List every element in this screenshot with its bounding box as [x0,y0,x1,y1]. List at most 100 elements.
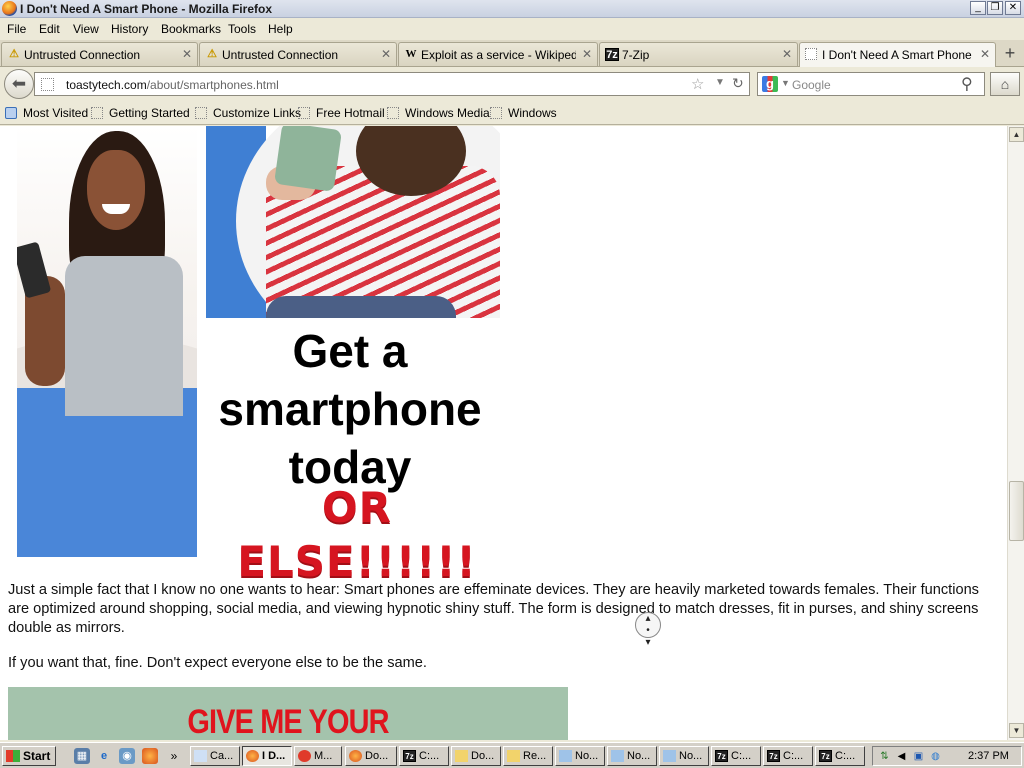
tab-label: Exploit as a service - Wikipedia [421,48,576,62]
task-c-7zip-2[interactable]: 7z C:... [711,746,761,766]
vertical-scrollbar[interactable]: ▲ ▼ [1007,126,1024,740]
internet-explorer-icon[interactable]: e [96,748,112,764]
maximize-button[interactable]: ❐ [987,1,1003,15]
menu-bar: File Edit View History Bookmarks Tools H… [0,18,1024,39]
tab-untrusted-1[interactable]: ⚠ Untrusted Connection ✕ [1,42,198,66]
page-icon [298,107,310,119]
search-bar[interactable]: g ▼ Google ⚲ [757,72,985,96]
warning-icon: ⚠ [9,48,19,60]
display-icon[interactable]: ▣ [912,750,925,763]
task-label: C:... [731,750,752,762]
menu-tools[interactable]: Tools [228,22,256,36]
google-icon[interactable]: g [762,76,778,92]
bookmark-free-hotmail[interactable]: Free Hotmail [298,106,385,120]
scroll-thumb[interactable] [1009,481,1024,541]
task-label: I D... [262,750,286,762]
network-icon[interactable]: ⇅ [878,750,891,763]
close-tab-icon[interactable]: ✕ [980,47,990,61]
task-m[interactable]: M... [294,746,342,766]
scroll-up-arrow[interactable]: ▲ [1009,127,1024,142]
bookmark-label: Getting Started [109,106,190,120]
folder-icon [455,750,468,762]
window-title: I Don't Need A Smart Phone - Mozilla Fir… [20,2,272,16]
menu-file[interactable]: File [7,22,26,36]
close-tab-icon[interactable]: ✕ [582,47,592,61]
menu-edit[interactable]: Edit [39,22,60,36]
search-icon[interactable]: ⚲ [961,74,973,94]
task-c-7zip-3[interactable]: 7z C:... [763,746,813,766]
bookmark-getting-started[interactable]: Getting Started [91,106,190,120]
task-ca[interactable]: Ca... [190,746,240,766]
firefox-quicklaunch-icon[interactable] [142,748,158,764]
tab-label: Untrusted Connection [24,48,141,62]
task-re-folder[interactable]: Re... [503,746,553,766]
task-c-7zip-1[interactable]: 7z C:... [399,746,449,766]
task-label: M... [314,750,333,762]
quicklaunch-overflow-icon[interactable]: » [166,748,182,764]
start-button[interactable]: Start [2,746,56,766]
task-c-7zip-4[interactable]: 7z C:... [815,746,865,766]
close-tab-icon[interactable]: ✕ [182,47,192,61]
menu-help[interactable]: Help [268,22,293,36]
navigation-bar: ⬅ toastytech.com/about/smartphones.html … [0,67,1024,102]
close-button[interactable]: ✕ [1005,1,1021,15]
scroll-down-arrow[interactable]: ▼ [1009,723,1024,738]
task-label: C:... [835,750,856,762]
reload-icon[interactable]: ↻ [732,75,744,92]
show-desktop-icon[interactable]: ▦ [74,748,90,764]
minimize-button[interactable]: _ [970,1,986,15]
tab-smartphone[interactable]: I Don't Need A Smart Phone ✕ [799,42,996,68]
menu-view[interactable]: View [73,22,99,36]
bookmark-most-visited[interactable]: Most Visited [5,106,88,120]
search-engine-dropdown-icon[interactable]: ▼ [781,78,790,88]
bookmark-customize-links[interactable]: Customize Links [195,106,301,120]
paragraph-2: If you want that, fine. Don't expect eve… [8,655,427,671]
task-do-firefox[interactable]: Do... [345,746,397,766]
volume-icon[interactable]: ◀ [895,750,908,763]
wikipedia-icon: W [405,48,417,60]
url-dropdown-icon[interactable]: ▼ [715,77,725,88]
firefox-icon [246,750,259,762]
7zip-icon: 7z [819,750,832,762]
bookmark-windows[interactable]: Windows [490,106,557,120]
bookmark-star-icon[interactable]: ☆ [691,75,704,93]
title-bar: I Don't Need A Smart Phone - Mozilla Fir… [0,0,1024,18]
globe-icon[interactable]: ◍ [929,750,942,763]
warning-icon: ⚠ [207,48,217,60]
tab-label: 7-Zip [622,48,650,62]
system-tray: ⇅ ◀ ▣ ◍ 2:37 PM [872,746,1022,766]
page-icon [91,107,103,119]
home-button[interactable]: ⌂ [990,72,1020,96]
tab-wikipedia[interactable]: W Exploit as a service - Wikipedia ✕ [398,42,598,66]
site-identity-icon[interactable] [41,78,54,91]
task-notepad-2[interactable]: No... [607,746,657,766]
clock: 2:37 PM [968,750,1009,762]
task-notepad-3[interactable]: No... [659,746,709,766]
tab-7zip[interactable]: 7z 7-Zip ✕ [599,42,798,66]
url-text[interactable]: toastytech.com/about/smartphones.html [66,78,279,92]
bookmark-label: Most Visited [23,106,89,120]
bookmark-windows-media[interactable]: Windows Media [387,106,490,120]
task-label: C:... [783,750,804,762]
menu-history[interactable]: History [111,22,148,36]
app-icon [194,750,207,762]
or-else-text: OR ELSE!!!!!! [237,483,477,586]
tab-strip: ⚠ Untrusted Connection ✕ ⚠ Untrusted Con… [0,40,1024,68]
close-tab-icon[interactable]: ✕ [381,47,391,61]
url-bar[interactable]: toastytech.com/about/smartphones.html ☆ … [34,72,750,96]
page-icon [490,107,502,119]
task-notepad-1[interactable]: No... [555,746,605,766]
new-tab-button[interactable]: + [999,44,1021,64]
search-input[interactable]: Google [792,78,831,92]
media-player-icon[interactable]: ◉ [119,748,135,764]
notepad-icon [559,750,572,762]
menu-bookmarks[interactable]: Bookmarks [161,22,221,36]
task-firefox[interactable]: I D... [242,746,292,766]
paragraph-1: Just a simple fact that I know no one wa… [8,582,979,636]
close-tab-icon[interactable]: ✕ [782,47,792,61]
7zip-icon: 7z [715,750,728,762]
tab-untrusted-2[interactable]: ⚠ Untrusted Connection ✕ [199,42,397,66]
back-button[interactable]: ⬅ [4,69,34,99]
task-do-folder[interactable]: Do... [451,746,501,766]
banner-text: GIVE ME YOUR CELLPHOOOONES!! [187,703,389,740]
